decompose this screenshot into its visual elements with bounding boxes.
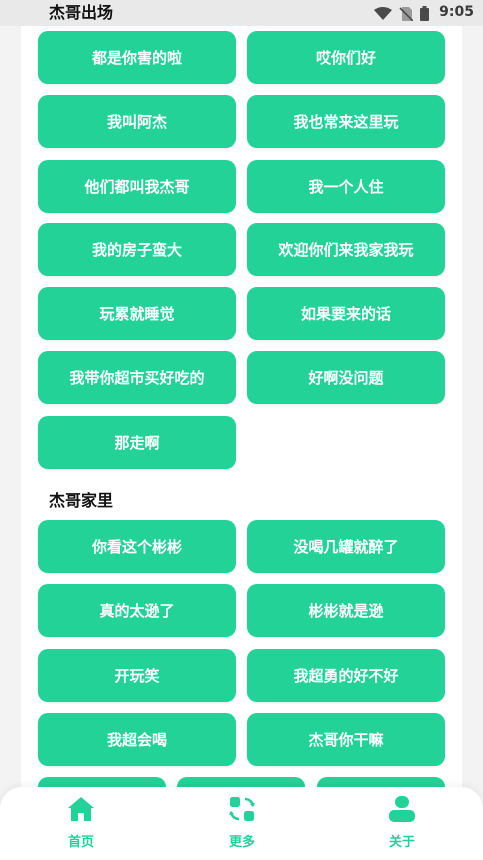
sound-button[interactable]: 真的太逊了 bbox=[38, 584, 236, 637]
tab-home-label: 首页 bbox=[67, 835, 94, 850]
section-title-home: 杰哥家里 bbox=[49, 491, 114, 510]
sound-button[interactable]: 那走啊 bbox=[38, 416, 236, 469]
sound-button[interactable]: 我也常来这里玩 bbox=[247, 95, 445, 148]
sound-button[interactable]: 彬彬就是逊 bbox=[247, 584, 445, 637]
sound-button[interactable]: 没喝几罐就醉了 bbox=[247, 520, 445, 573]
sound-button[interactable]: 我带你超市买好吃的 bbox=[38, 351, 236, 404]
sound-button[interactable]: 如果要来的话 bbox=[247, 287, 445, 340]
wifi-icon bbox=[374, 6, 392, 21]
sound-button[interactable]: 玩累就睡觉 bbox=[38, 287, 236, 340]
sound-button[interactable]: 你看这个彬彬 bbox=[38, 520, 236, 573]
sound-button[interactable]: 我超勇的好不好 bbox=[247, 649, 445, 702]
sound-button[interactable]: 我一个人住 bbox=[247, 160, 445, 213]
sound-button[interactable]: 我超会喝 bbox=[38, 713, 236, 766]
sound-button[interactable]: 欢迎你们来我家我玩 bbox=[247, 223, 445, 276]
no-sim-icon bbox=[399, 6, 413, 21]
battery-icon bbox=[420, 6, 429, 21]
bottom-tab-bar: 首页 更多 关于 bbox=[0, 787, 483, 860]
sound-button[interactable]: 哎你们好 bbox=[247, 31, 445, 84]
sound-button[interactable]: 我叫阿杰 bbox=[38, 95, 236, 148]
tab-more[interactable]: 更多 bbox=[202, 795, 282, 857]
sound-button[interactable]: 开玩笑 bbox=[38, 649, 236, 702]
section-title-entrance: 杰哥出场 bbox=[49, 3, 114, 22]
tab-about-label: 关于 bbox=[388, 835, 415, 850]
sound-button[interactable]: 好啊没问题 bbox=[247, 351, 445, 404]
sound-button[interactable]: 杰哥你干嘛 bbox=[247, 713, 445, 766]
status-time: 9:05 bbox=[439, 4, 474, 20]
tab-about[interactable]: 关于 bbox=[362, 795, 442, 857]
status-icons bbox=[374, 6, 429, 21]
sound-button[interactable]: 都是你害的啦 bbox=[38, 31, 236, 84]
sound-button[interactable]: 我的房子蛮大 bbox=[38, 223, 236, 276]
user-icon bbox=[388, 795, 416, 823]
more-icon bbox=[228, 795, 256, 823]
home-icon bbox=[67, 795, 95, 823]
tab-home[interactable]: 首页 bbox=[41, 795, 121, 857]
sound-button[interactable]: 他们都叫我杰哥 bbox=[38, 160, 236, 213]
tab-more-label: 更多 bbox=[228, 835, 255, 850]
